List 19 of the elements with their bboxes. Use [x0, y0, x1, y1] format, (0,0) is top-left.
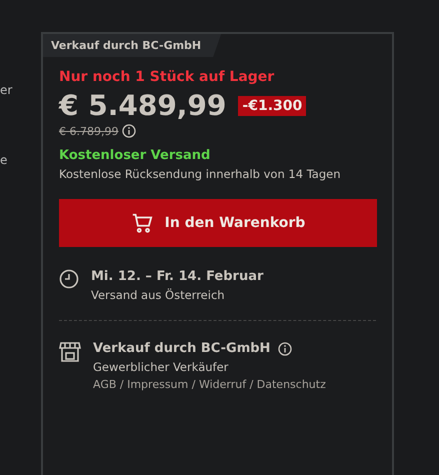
discount-badge: -€1.300 — [238, 96, 306, 116]
storefront-icon — [59, 341, 81, 363]
cut-off-text: er — [0, 83, 12, 97]
clock-icon — [59, 269, 79, 289]
cart-icon — [130, 212, 153, 234]
seller-type: Gewerblicher Verkäufer — [93, 360, 230, 374]
stock-notice: Nur noch 1 Stück auf Lager — [59, 69, 276, 85]
returns-notice: Kostenlose Rücksendung innerhalb von 14 Tagen — [59, 167, 342, 181]
shipping-origin: Versand aus Österreich — [91, 288, 226, 302]
cut-off-text: e — [0, 153, 8, 167]
price: € 5.489,99 — [59, 89, 226, 122]
old-price: € 6.789,99 — [59, 124, 118, 138]
add-to-cart-button[interactable]: In den Warenkorb — [59, 199, 377, 247]
seller-name: Verkauf durch BC-GmbH — [93, 341, 270, 356]
info-icon[interactable] — [122, 124, 136, 138]
delivery-date: Mi. 12. – Fr. 14. Februar — [91, 269, 264, 284]
legal-links[interactable]: AGB / Impressum / Widerruf / Datenschutz — [93, 378, 326, 391]
shipping-notice: Kostenloser Versand — [59, 148, 212, 163]
info-icon[interactable] — [278, 342, 292, 356]
